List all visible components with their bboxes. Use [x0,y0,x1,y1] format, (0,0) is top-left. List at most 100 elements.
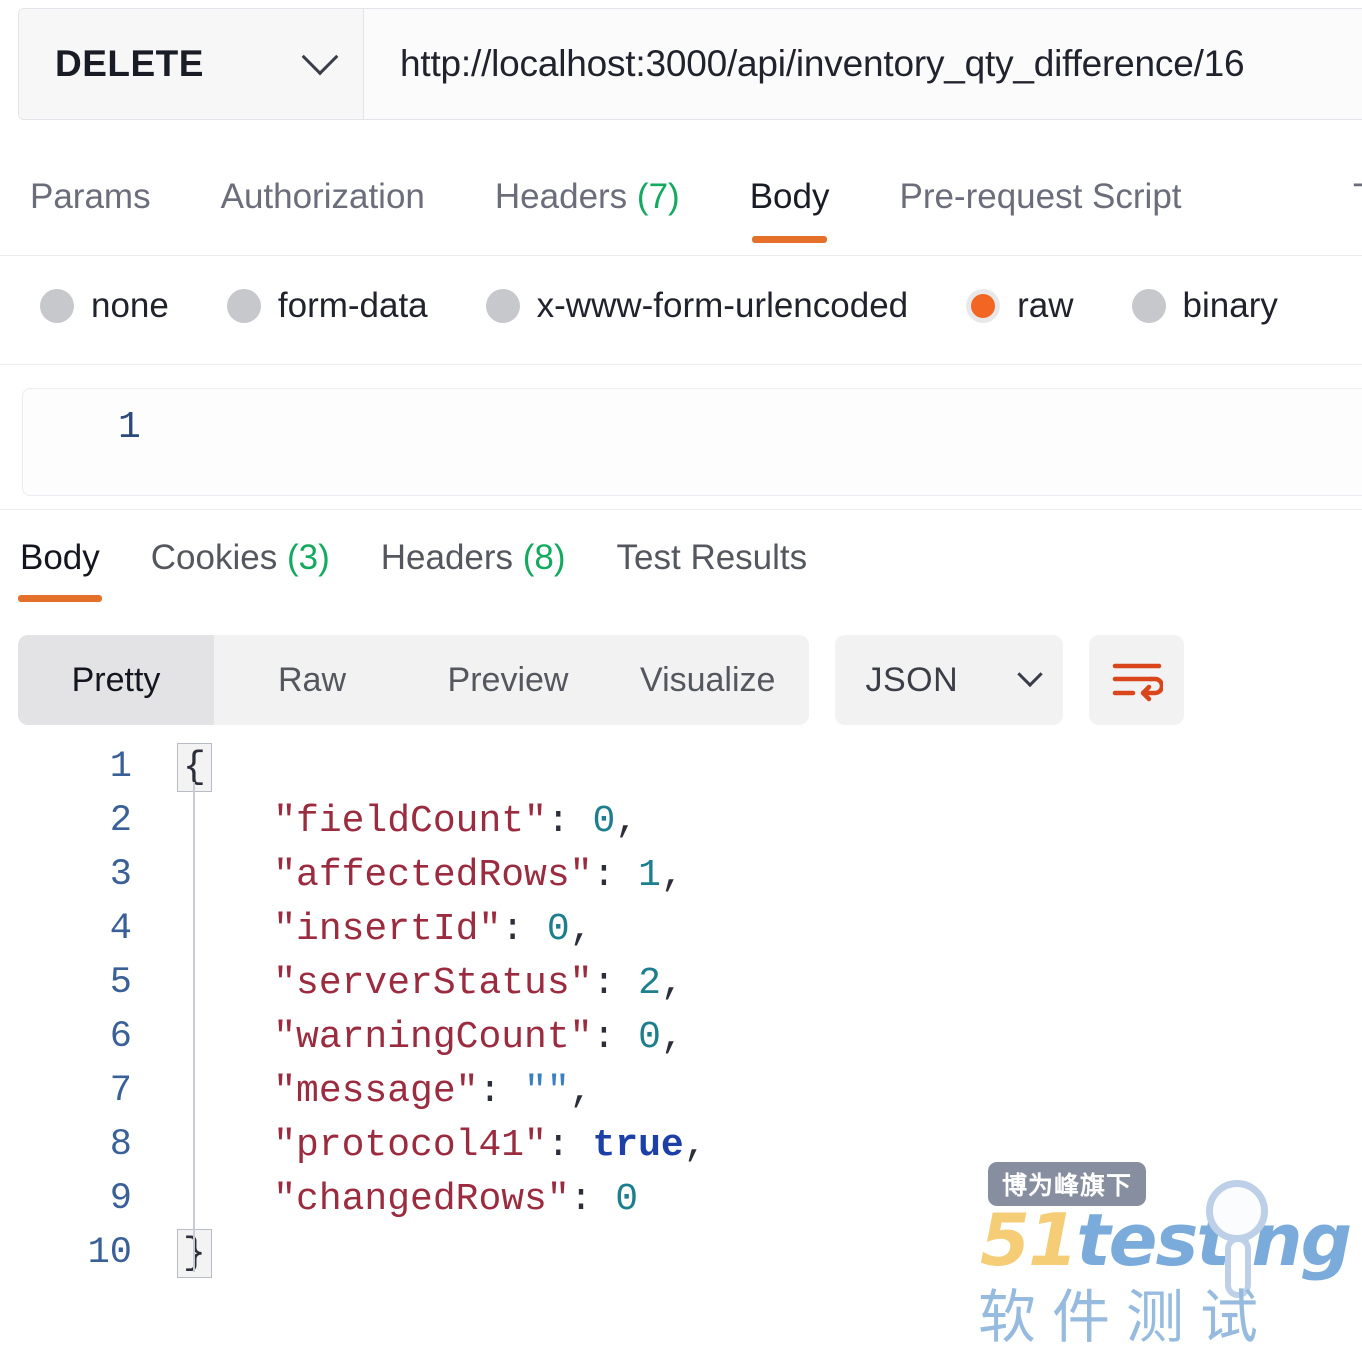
response-tab-cookies[interactable]: Cookies (3) [149,520,332,602]
radio-selected-icon[interactable] [966,289,1000,323]
response-tab-bar: Body Cookies (3) Headers (8) Test Results [0,520,1362,616]
request-tab-bar: Params Authorization Headers (7) Body Pre-re… [0,155,1362,260]
response-format-label: JSON [865,661,958,700]
radio-unselected-icon[interactable] [40,289,74,323]
code-line: 8 "protocol41": true, [0,1118,1362,1172]
response-tab-label: Cookies [151,538,277,577]
response-body-code[interactable]: 1{2 "fieldCount": 0,3 "affectedRows": 1,… [0,740,1362,1346]
code-line-content: "message": "", [150,1070,1362,1113]
request-tab-authorization[interactable]: Authorization [221,155,425,243]
code-line-content: "fieldCount": 0, [150,800,1362,843]
code-token-p: , [661,1016,684,1059]
body-type-radio-raw[interactable]: raw [966,286,1073,326]
request-tab-count: (7) [627,177,680,216]
body-type-radio-x-www-form-urlencoded[interactable]: x-www-form-urlencoded [486,286,908,326]
response-tab-count: (3) [277,538,330,577]
code-token-n: 2 [638,962,661,1005]
code-token-p: : [592,1016,638,1059]
request-tab-pre-request-script[interactable]: Pre-request Script [899,155,1181,243]
response-format-select[interactable]: JSON [835,635,1063,725]
code-line-number: 10 [0,1232,150,1274]
view-mode-label: Pretty [72,661,161,700]
request-url-text: http://localhost:3000/api/inventory_qty_… [400,43,1244,85]
radio-unselected-icon[interactable] [486,289,520,323]
code-token-n: 0 [638,1016,661,1059]
view-mode-raw[interactable]: Raw [214,635,410,725]
code-line: 7 "message": "", [0,1064,1362,1118]
view-mode-pretty[interactable]: Pretty [18,635,214,725]
body-type-radio-form-data[interactable]: form-data [227,286,428,326]
code-token-p: : [592,854,638,897]
body-type-radio-none[interactable]: none [40,286,169,326]
code-token-p: : [547,1124,593,1167]
request-body-editor[interactable]: 1 [22,388,1362,496]
code-token-k: "changedRows" [182,1178,570,1221]
request-tab-tests-clipped[interactable]: T [1353,177,1362,217]
radio-unselected-icon[interactable] [1132,289,1166,323]
code-token-n: 0 [592,800,615,843]
request-url-bar: DELETE http://localhost:3000/api/invento… [18,8,1362,120]
code-token-p: , [661,962,684,1005]
body-type-radio-label: x-www-form-urlencoded [537,286,908,326]
response-tab-label: Body [20,538,100,577]
code-line-content: { [150,746,1362,789]
code-token-p: , [661,854,684,897]
code-line-content: "protocol41": true, [150,1124,1362,1167]
code-token-k: "insertId" [182,908,501,951]
response-tab-test-results[interactable]: Test Results [615,520,810,602]
divider-body-type [0,364,1362,365]
response-toolbar: Pretty Raw Preview Visualize JSON [0,632,1362,728]
code-line: 3 "affectedRows": 1, [0,848,1362,902]
request-tab-headers[interactable]: Headers (7) [495,155,680,243]
view-mode-label: Preview [448,661,569,700]
code-line: 10} [0,1226,1362,1280]
view-mode-label: Visualize [640,661,775,700]
code-line-number: 8 [0,1124,150,1166]
request-tab-label: Body [750,177,830,216]
request-editor-line-number: 1 [118,406,141,449]
view-mode-preview[interactable]: Preview [410,635,606,725]
code-token-n: 0 [615,1178,638,1221]
code-line: 9 "changedRows": 0 [0,1172,1362,1226]
code-token-p: , [684,1124,707,1167]
code-token-p: : [592,962,638,1005]
body-type-radio-binary[interactable]: binary [1132,286,1278,326]
request-tab-label: Pre-request Script [899,177,1181,216]
request-tab-params[interactable]: Params [30,155,151,243]
radio-unselected-icon[interactable] [227,289,261,323]
response-tab-label: Headers [381,538,513,577]
code-token-b: true [592,1124,683,1167]
code-line-number: 1 [0,746,150,788]
code-line: 5 "serverStatus": 2, [0,956,1362,1010]
request-tab-label: Params [30,177,151,216]
response-tab-headers[interactable]: Headers (8) [379,520,568,602]
word-wrap-button[interactable] [1089,635,1184,725]
code-line: 2 "fieldCount": 0, [0,794,1362,848]
request-tab-label: Authorization [221,177,425,216]
code-token-p: , [615,800,638,843]
body-type-radio-label: none [91,286,169,326]
request-tab-label: Headers [495,177,627,216]
word-wrap-icon [1111,658,1163,702]
chevron-down-icon [302,39,339,76]
code-token-p: : [478,1070,524,1113]
request-tab-body[interactable]: Body [750,155,830,243]
http-method-selector[interactable]: DELETE [19,9,364,119]
code-token-k: "message" [182,1070,478,1113]
postman-request-response-panel: DELETE http://localhost:3000/api/invento… [0,0,1362,1346]
code-line: 6 "warningCount": 0, [0,1010,1362,1064]
code-line-number: 3 [0,854,150,896]
body-type-radio-label: raw [1017,286,1073,326]
view-mode-visualize[interactable]: Visualize [606,635,809,725]
code-line-content: "changedRows": 0 [150,1178,1362,1221]
code-line-content: "affectedRows": 1, [150,854,1362,897]
response-view-mode-group: Pretty Raw Preview Visualize [18,635,809,725]
request-url-input[interactable]: http://localhost:3000/api/inventory_qty_… [364,9,1362,119]
code-line: 4 "insertId": 0, [0,902,1362,956]
code-token-k: "affectedRows" [182,854,592,897]
body-type-radio-group: none form-data x-www-form-urlencoded raw bin… [0,262,1362,350]
code-token-k: "fieldCount" [182,800,547,843]
response-tab-body[interactable]: Body [18,520,102,602]
code-token-p: : [501,908,547,951]
response-tab-label: Test Results [617,538,808,577]
